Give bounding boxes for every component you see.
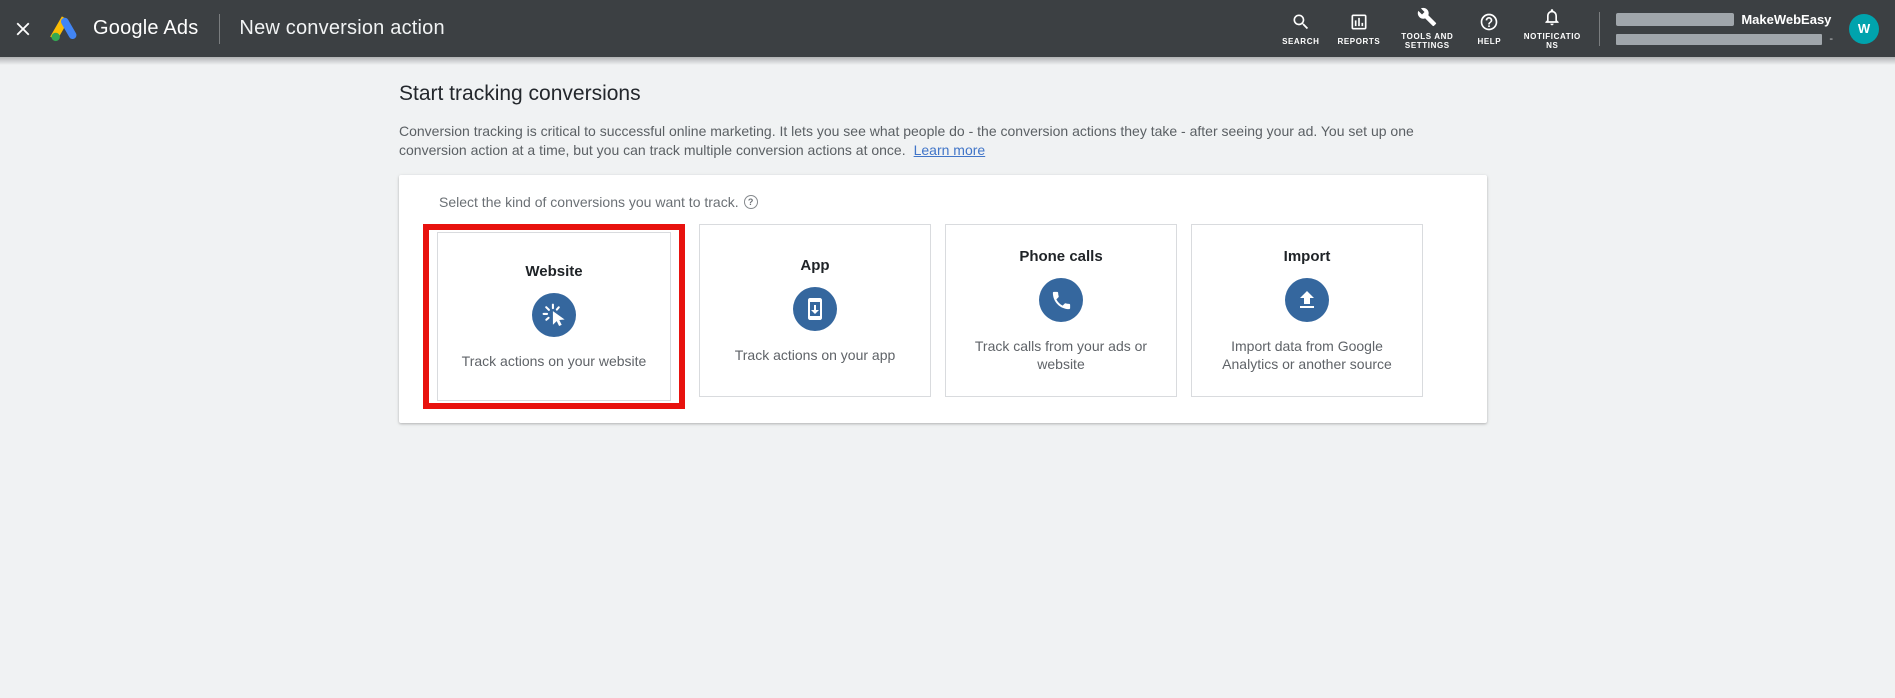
reports-icon — [1349, 12, 1369, 32]
nav-item-reports[interactable]: REPORTS — [1328, 12, 1389, 46]
card-website[interactable]: Website Track actions on your website — [437, 232, 671, 401]
website-click-icon — [532, 293, 576, 337]
brand-title: Google Ads — [93, 17, 199, 39]
nav-label: REPORTS — [1337, 36, 1381, 46]
prompt-row: Select the kind of conversions you want … — [439, 194, 758, 210]
account-row-name: MakeWebEasy — [1616, 12, 1833, 27]
appbar-shadow — [0, 57, 1895, 65]
nav-label: TOOLS AND SETTINGS — [1401, 32, 1454, 50]
card-subtitle: Track calls from your ads or website — [974, 338, 1148, 372]
nav-label: HELP — [1477, 36, 1502, 46]
card-title: App — [800, 257, 830, 274]
card-import[interactable]: Import Import data from Google Analytics… — [1191, 224, 1423, 397]
app-phone-icon — [793, 287, 837, 331]
appbar-actions: SEARCH REPORTS TOOLS AND SETTINGS HELP N — [1273, 0, 1895, 57]
page-title: New conversion action — [239, 17, 445, 39]
nav-item-tools-settings[interactable]: TOOLS AND SETTINGS — [1389, 7, 1465, 50]
card-subtitle: Track actions on your app — [734, 347, 896, 363]
card-app[interactable]: App Track actions on your app — [699, 224, 931, 397]
titlebar-divider — [219, 13, 221, 44]
account-row-id: - — [1616, 33, 1833, 45]
bell-icon — [1542, 7, 1562, 27]
phone-call-icon — [1039, 278, 1083, 322]
highlight-red-frame: Website Track actions on your website — [423, 224, 685, 409]
account-name: MakeWebEasy — [1741, 12, 1832, 27]
card-phone-calls[interactable]: Phone calls Track calls from your ads or… — [945, 224, 1177, 397]
redacted-account-id — [1616, 33, 1823, 45]
redacted-account-text — [1616, 13, 1735, 26]
card-title: Website — [525, 263, 583, 280]
close-button[interactable] — [0, 0, 46, 57]
nav-label: SEARCH — [1282, 36, 1320, 46]
description-line-2: conversion action at a time, but you can… — [399, 142, 986, 158]
import-upload-icon — [1285, 278, 1329, 322]
conversion-type-panel: Select the kind of conversions you want … — [399, 175, 1487, 423]
avatar[interactable]: W — [1849, 13, 1879, 44]
app-bar: Google Ads New conversion action SEARCH … — [0, 0, 1895, 57]
avatar-initial: W — [1857, 21, 1871, 36]
card-title: Phone calls — [1019, 248, 1103, 265]
card-title: Import — [1283, 248, 1331, 265]
account-info[interactable]: MakeWebEasy - — [1616, 12, 1833, 45]
nav-divider — [1599, 11, 1601, 46]
search-icon — [1291, 12, 1311, 32]
google-ads-logo-icon — [48, 15, 80, 43]
nav-item-notifications[interactable]: NOTIFICATIONS — [1513, 7, 1591, 50]
description-line-1: Conversion tracking is critical to succe… — [399, 123, 1414, 139]
nav-label: NOTIFICATIONS — [1523, 32, 1581, 50]
account-id-suffix: - — [1829, 33, 1833, 45]
wrench-icon — [1417, 7, 1437, 27]
card-subtitle: Track actions on your website — [461, 353, 647, 369]
nav-item-help[interactable]: HELP — [1465, 12, 1513, 46]
page-heading: Start tracking conversions — [399, 82, 641, 105]
close-icon — [12, 18, 34, 40]
page-description: Conversion tracking is critical to succe… — [399, 122, 1414, 160]
nav-item-search[interactable]: SEARCH — [1273, 12, 1328, 46]
card-subtitle: Import data from Google Analytics or ano… — [1222, 338, 1392, 372]
conversion-cards-row: Website Track actions on your website Ap… — [423, 224, 1423, 409]
learn-more-link[interactable]: Learn more — [914, 142, 986, 158]
help-circle-icon[interactable]: ? — [743, 195, 758, 209]
prompt-text: Select the kind of conversions you want … — [439, 194, 739, 210]
help-icon — [1479, 12, 1499, 32]
